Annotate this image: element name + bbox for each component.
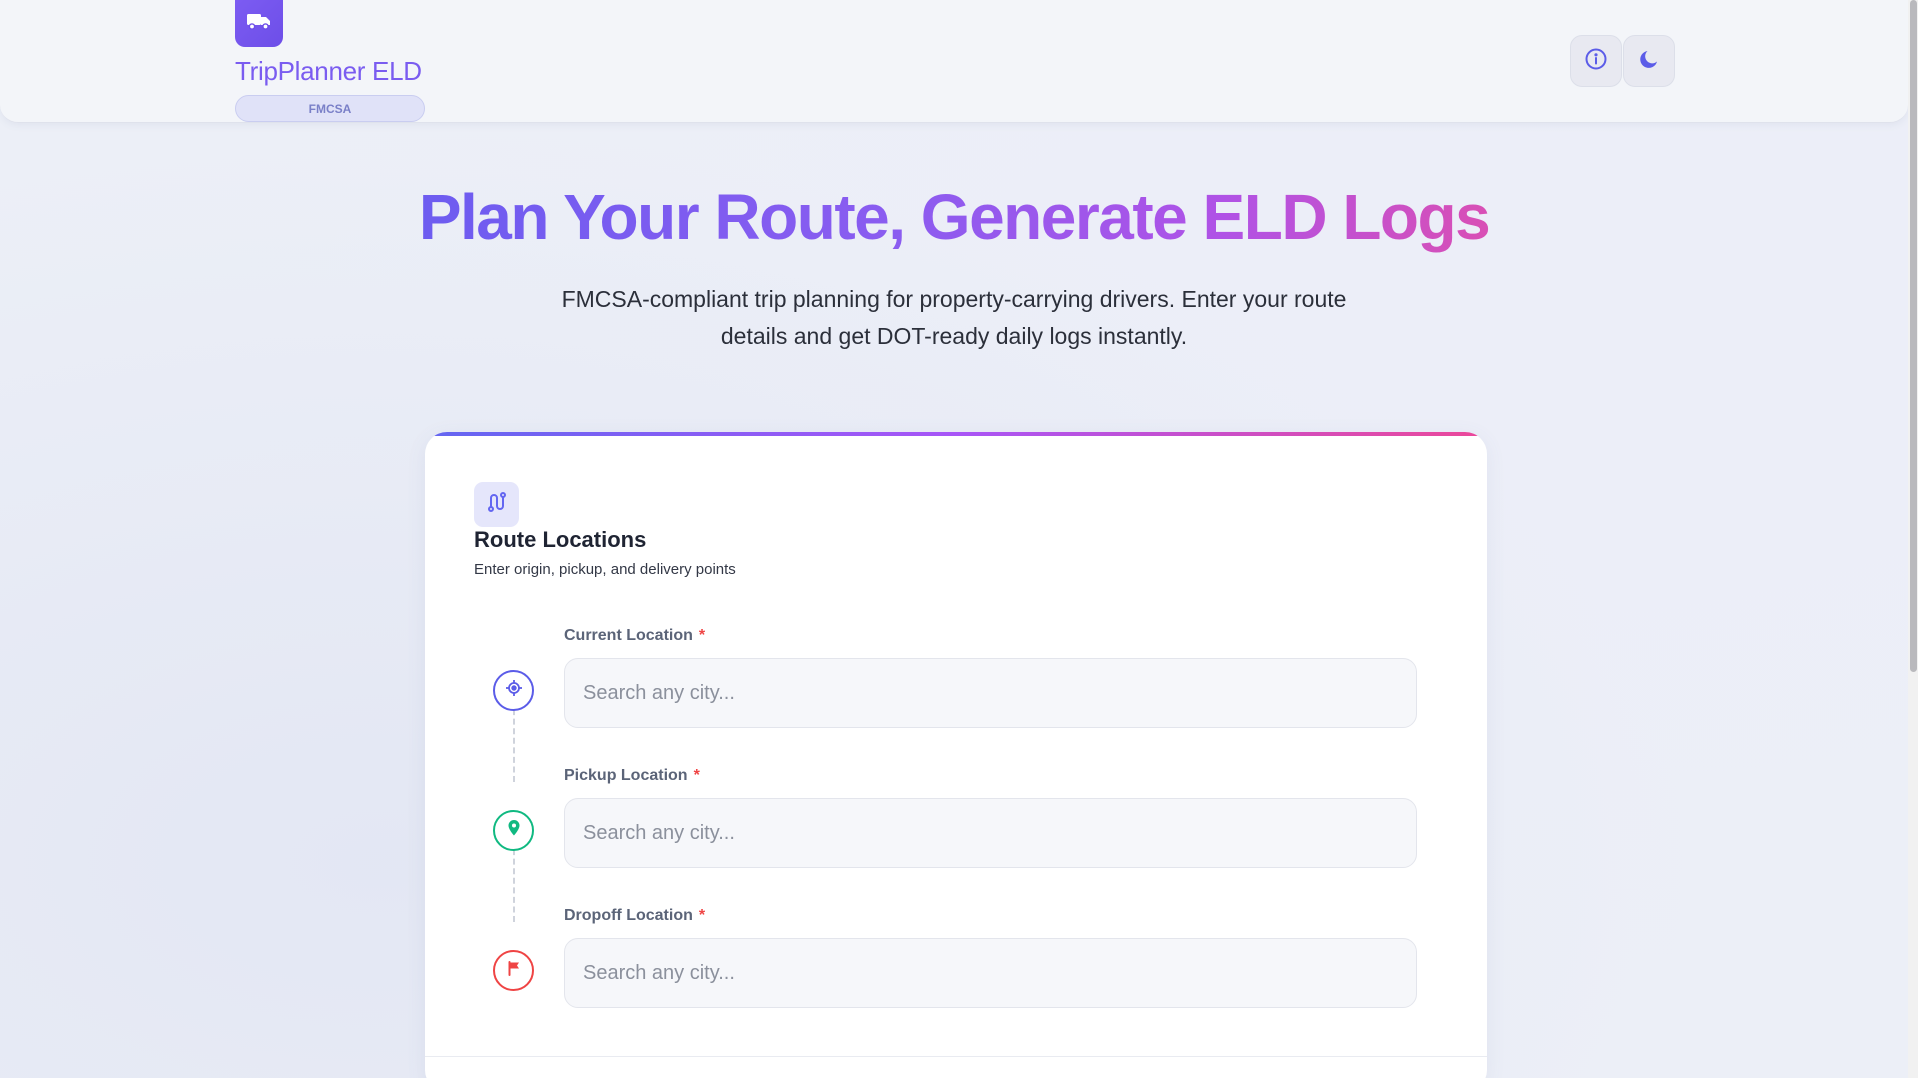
moon-icon [1637,47,1661,76]
page-scrollbar-thumb[interactable] [1910,0,1917,672]
pickup-location-node [493,810,534,851]
hero-subtitle: FMCSA-compliant trip planning for proper… [561,286,1347,349]
theme-toggle-button[interactable] [1623,35,1675,87]
section-subtitle: Enter origin, pickup, and delivery point… [474,561,736,578]
dropoff-location-node [493,950,534,991]
current-location-input[interactable] [564,658,1417,728]
route-section-icon [474,482,519,527]
section-title: Route Locations [474,527,647,552]
card-accent-bar [425,432,1487,436]
pickup-location-label: Pickup Location * [564,767,700,784]
hero-title: Plan Your Route, Generate ELD Logs [418,181,1491,253]
info-button[interactable] [1570,35,1622,87]
crosshair-icon [505,679,523,702]
pickup-location-input[interactable] [564,798,1417,868]
route-icon [485,490,509,519]
app-brand: TripPlanner ELD [235,56,422,86]
truck-icon [246,11,272,36]
route-card: Route Locations Enter origin, pickup, an… [425,432,1487,1078]
info-icon [1584,47,1608,76]
app-header: TripPlanner ELD FMCSA [0,0,1908,123]
current-location-node [493,670,534,711]
card-divider [425,1056,1487,1057]
dropoff-location-label: Dropoff Location * [564,907,706,924]
flag-icon [506,960,522,981]
map-pin-icon [506,819,522,842]
dropoff-location-input[interactable] [564,938,1417,1008]
app-logo[interactable] [235,0,283,47]
fmcsa-badge: FMCSA [235,95,425,122]
current-location-label: Current Location * [564,627,706,644]
